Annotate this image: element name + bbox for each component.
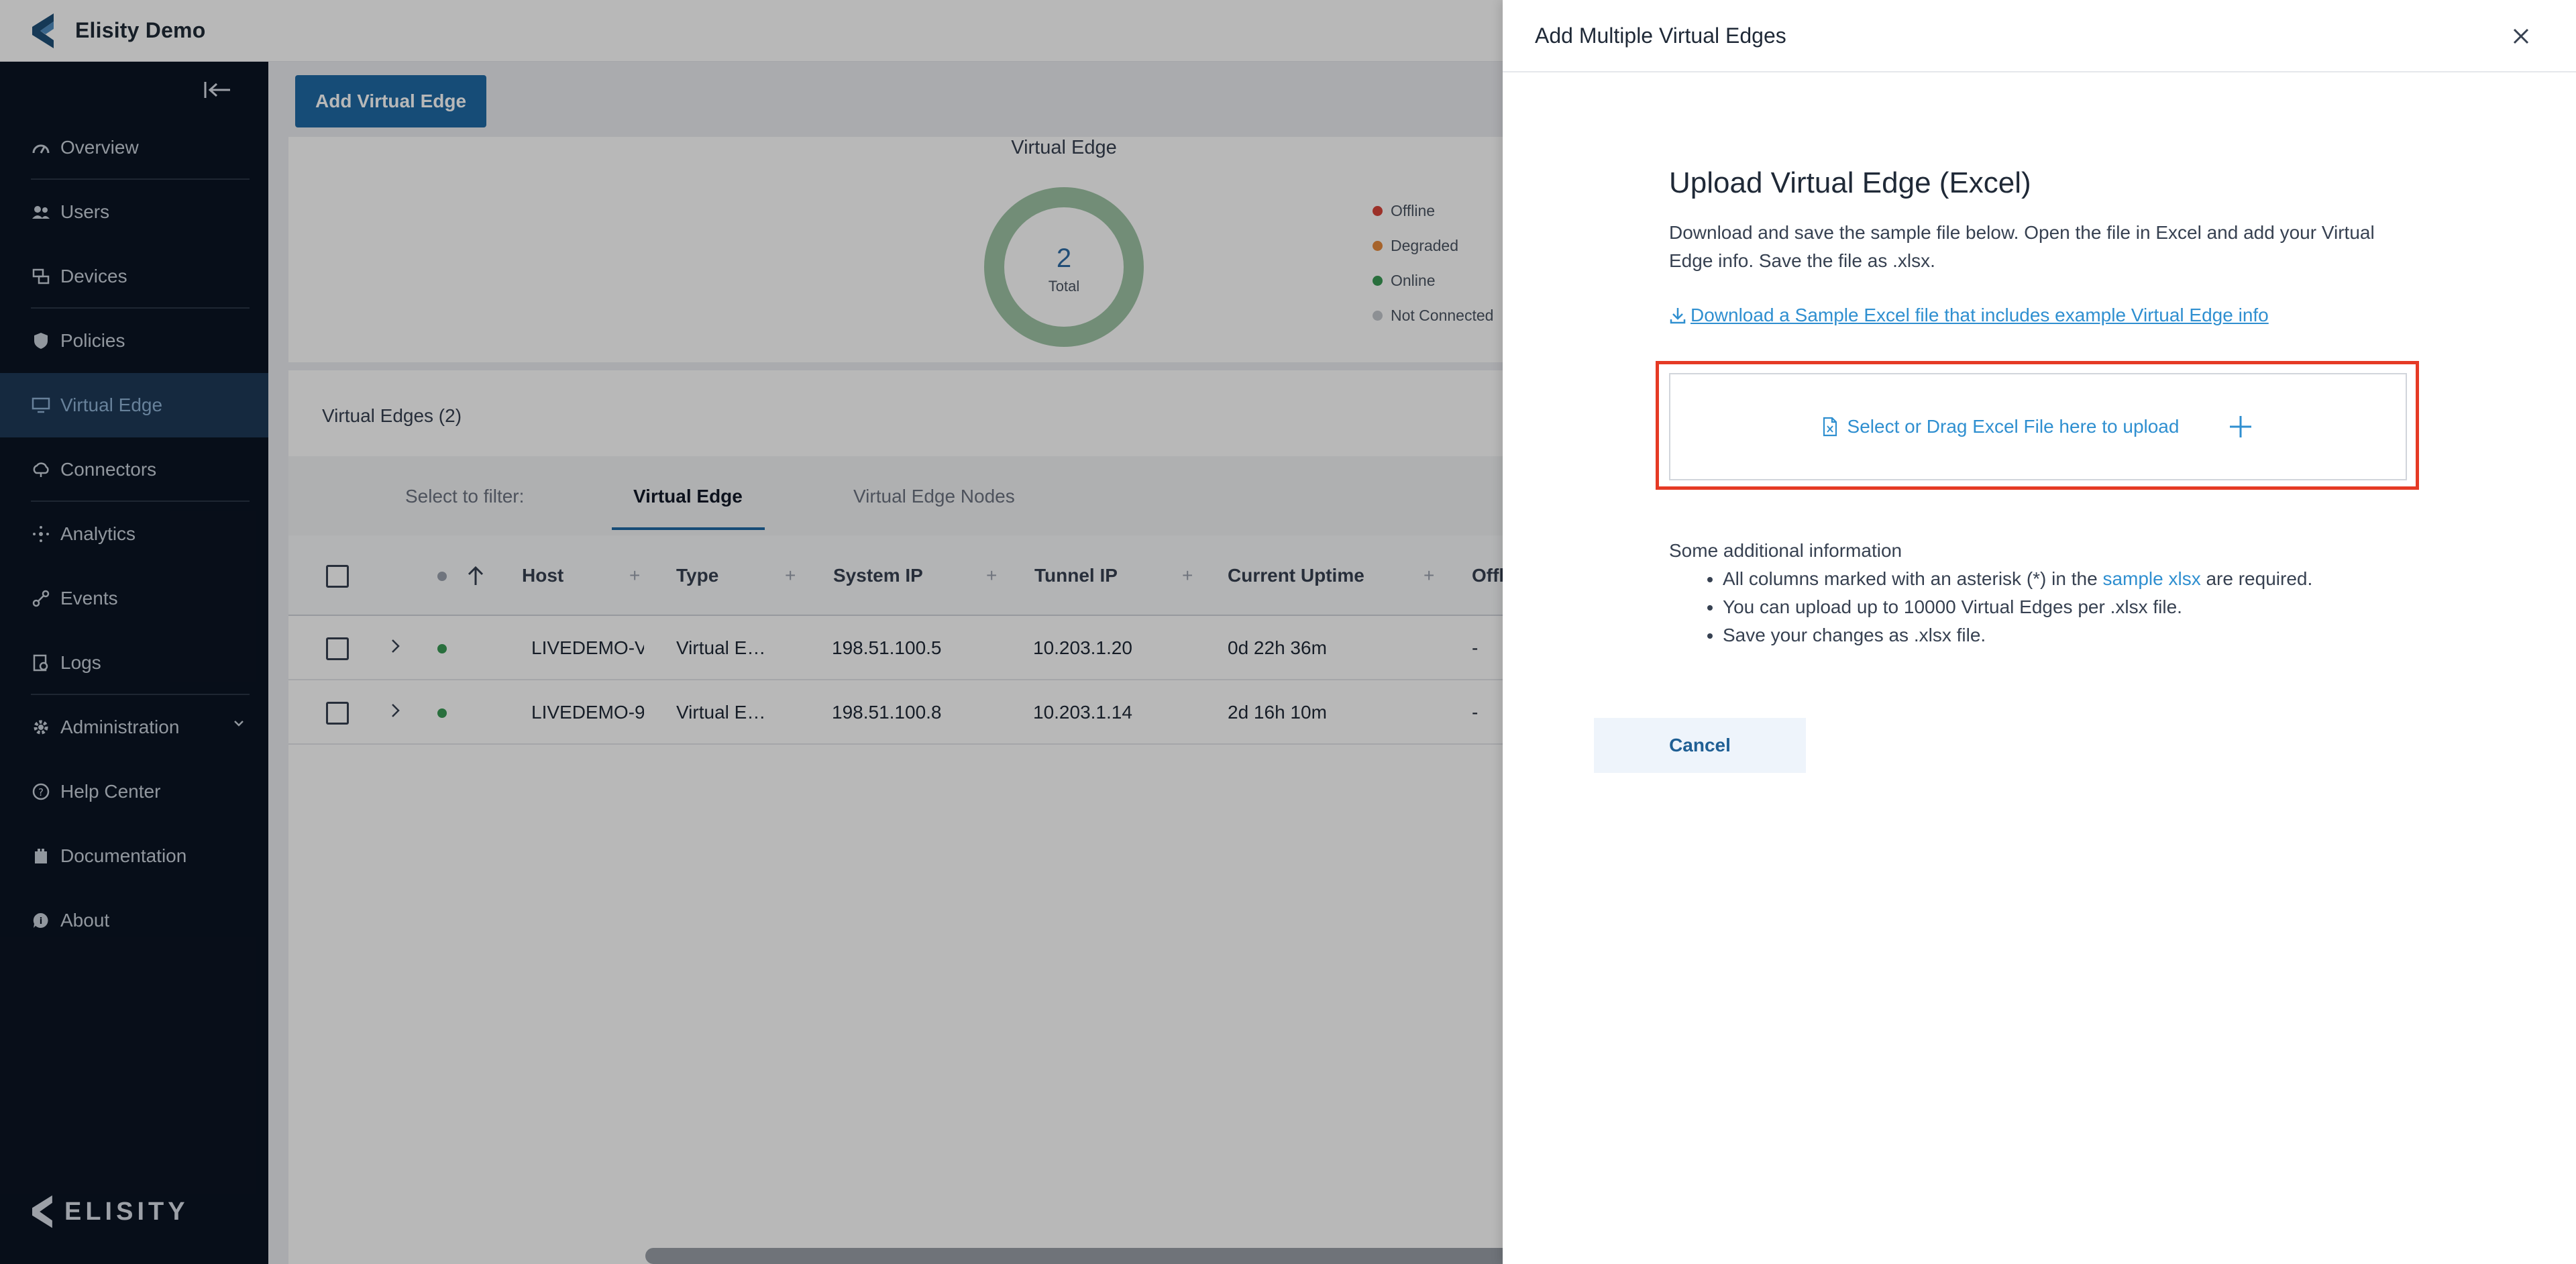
cancel-button[interactable]: Cancel [1594, 718, 1806, 773]
close-icon[interactable] [2509, 24, 2533, 48]
plus-icon[interactable] [2227, 413, 2254, 440]
upload-section-title: Upload Virtual Edge (Excel) [1669, 166, 2031, 199]
info-item-save-format: Save your changes as .xlsx file. [1723, 621, 2407, 649]
dropzone-label: Select or Drag Excel File here to upload [1847, 416, 2180, 437]
info-text: All columns marked with an asterisk (*) … [1723, 568, 2098, 589]
sample-xlsx-link[interactable]: sample xlsx [2102, 568, 2200, 589]
info-text: are required. [2206, 568, 2313, 589]
file-upload-dropzone[interactable]: Select or Drag Excel File here to upload [1669, 373, 2407, 480]
upload-description: Download and save the sample file below.… [1669, 222, 2375, 271]
download-icon [1670, 308, 1686, 324]
info-item-upload-limit: You can upload up to 10000 Virtual Edges… [1723, 593, 2407, 621]
excel-file-icon [1823, 417, 1837, 437]
info-list: All columns marked with an asterisk (*) … [1723, 565, 2407, 649]
info-item-required-columns: All columns marked with an asterisk (*) … [1723, 565, 2407, 593]
download-link-text: Download a Sample Excel file that includ… [1690, 305, 2269, 325]
download-sample-link[interactable]: Download a Sample Excel file that includ… [1669, 305, 2269, 326]
drawer-header: Add Multiple Virtual Edges [1503, 0, 2576, 72]
info-heading: Some additional information [1669, 540, 1902, 561]
additional-info-section: Some additional information All columns … [1669, 537, 2407, 649]
add-multiple-virtual-edges-drawer: Add Multiple Virtual Edges Upload Virtua… [1503, 0, 2576, 1264]
drawer-title: Add Multiple Virtual Edges [1535, 23, 1786, 48]
modal-backdrop[interactable] [0, 0, 1503, 1264]
